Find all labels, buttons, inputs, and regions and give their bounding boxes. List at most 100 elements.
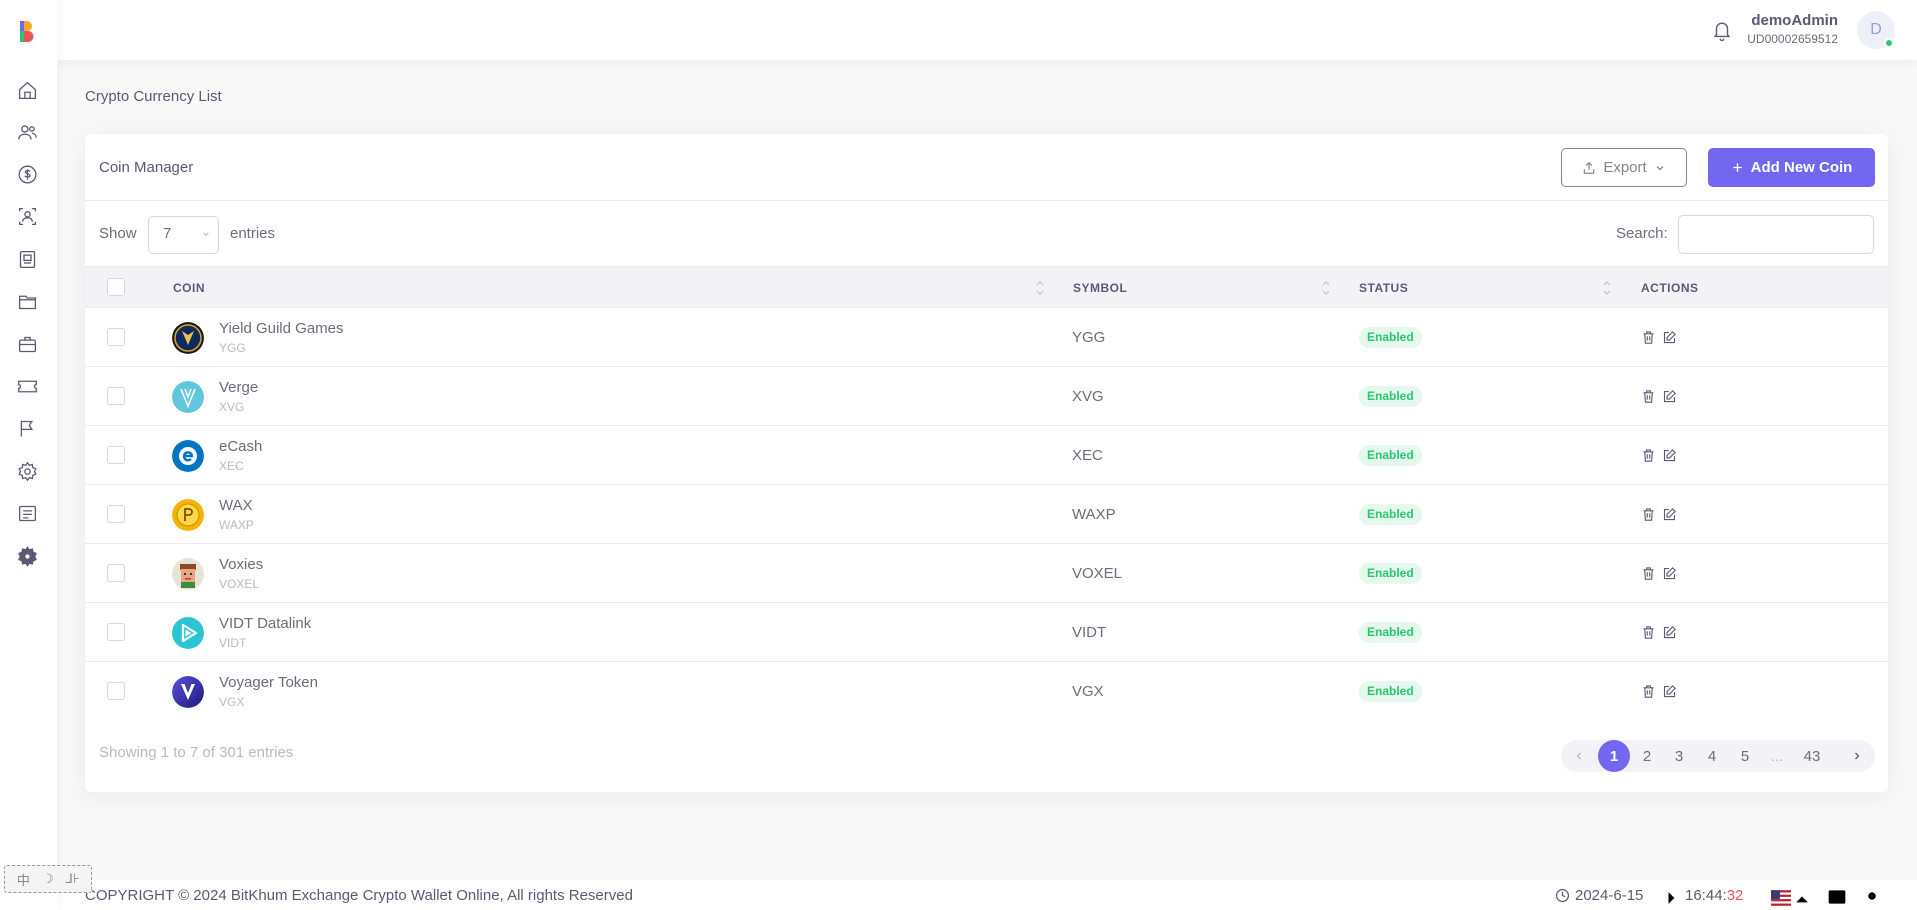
- page-button-5[interactable]: 5: [1729, 740, 1761, 772]
- page-title: Crypto Currency List: [85, 88, 222, 105]
- coin-name: Voxies: [219, 556, 264, 573]
- coin-symbol-sub: VOXEL: [219, 577, 260, 591]
- coin-name: VIDT Datalink: [219, 615, 312, 632]
- column-header-coin[interactable]: COIN: [173, 281, 205, 295]
- page-button-4[interactable]: 4: [1696, 740, 1728, 772]
- page-button-1[interactable]: 1: [1598, 740, 1630, 772]
- coin-symbol-sub: XVG: [219, 400, 245, 414]
- ledger-icon[interactable]: [16, 248, 38, 270]
- page-ellipsis: ...: [1770, 747, 1784, 765]
- sort-icon[interactable]: [1035, 278, 1045, 298]
- delete-icon[interactable]: [1641, 507, 1657, 523]
- gear-icon[interactable]: [16, 545, 38, 567]
- ecash-coin-icon: [172, 440, 204, 472]
- status-badge: Enabled: [1359, 504, 1422, 525]
- coin-name: Yield Guild Games: [219, 320, 344, 337]
- edit-icon[interactable]: [1662, 684, 1678, 700]
- flag-us-icon[interactable]: [1771, 888, 1791, 908]
- briefcase-icon[interactable]: [16, 333, 38, 355]
- chevron-left-icon: [1576, 752, 1581, 760]
- users-icon[interactable]: [16, 121, 38, 143]
- brand-logo[interactable]: [17, 19, 37, 43]
- column-header-status[interactable]: STATUS: [1359, 281, 1408, 295]
- sort-icon[interactable]: [1321, 278, 1331, 298]
- moon-icon[interactable]: ☽: [39, 870, 57, 888]
- select-all-checkbox[interactable]: [107, 278, 125, 296]
- row-checkbox[interactable]: [107, 623, 125, 641]
- delete-icon[interactable]: [1641, 330, 1657, 346]
- settings-icon[interactable]: [16, 460, 38, 482]
- row-checkbox[interactable]: [107, 328, 125, 346]
- coin-symbol: XEC: [1072, 447, 1103, 464]
- delete-icon[interactable]: [1641, 448, 1657, 464]
- entries-per-page-value: 7: [163, 225, 172, 242]
- home-icon[interactable]: [16, 79, 38, 101]
- coin-name: Voyager Token: [219, 674, 318, 691]
- row-checkbox[interactable]: [107, 387, 125, 405]
- table-row: Yield Guild Games YGG YGG Enabled: [85, 308, 1888, 367]
- delete-icon[interactable]: [1641, 625, 1657, 641]
- row-checkbox[interactable]: [107, 682, 125, 700]
- status-badge: Enabled: [1359, 327, 1422, 348]
- clock-icon: [1555, 888, 1570, 903]
- edit-icon[interactable]: [1662, 566, 1678, 582]
- edit-icon[interactable]: [1662, 330, 1678, 346]
- page-button-43[interactable]: 43: [1796, 740, 1828, 772]
- search-input[interactable]: [1678, 215, 1874, 254]
- user-name[interactable]: demoAdmin: [1751, 12, 1838, 29]
- coin-symbol: WAXP: [1072, 506, 1116, 523]
- ygg-coin-icon: [172, 322, 204, 354]
- coin-symbol: VGX: [1072, 683, 1104, 700]
- row-checkbox[interactable]: [107, 446, 125, 464]
- export-button[interactable]: Export: [1561, 148, 1687, 187]
- user-card-icon[interactable]: [16, 205, 38, 227]
- sort-icon[interactable]: [1602, 278, 1612, 298]
- status-badge: Enabled: [1359, 445, 1422, 466]
- edit-icon[interactable]: [1662, 389, 1678, 405]
- folder-icon[interactable]: [16, 290, 38, 312]
- coin-name: eCash: [219, 438, 263, 455]
- dollar-icon[interactable]: [16, 163, 38, 185]
- sun-icon[interactable]: [1862, 886, 1882, 906]
- chinese-input-icon[interactable]: 中: [14, 870, 32, 888]
- divider: [85, 200, 1888, 201]
- prev-page-button[interactable]: [1563, 740, 1595, 772]
- coin-symbol-sub: YGG: [219, 341, 246, 355]
- edit-icon[interactable]: [1662, 625, 1678, 641]
- export-label: Export: [1603, 159, 1647, 176]
- settings-tool-icon[interactable]: ⅃⊦: [64, 870, 82, 888]
- edit-icon[interactable]: [1662, 507, 1678, 523]
- card-title: Coin Manager: [99, 159, 194, 176]
- coin-symbol: VOXEL: [1072, 565, 1123, 582]
- delete-icon[interactable]: [1641, 684, 1657, 700]
- news-icon[interactable]: [16, 502, 38, 524]
- delete-icon[interactable]: [1641, 389, 1657, 405]
- verge-coin-icon: [172, 381, 204, 413]
- page-button-3[interactable]: 3: [1663, 740, 1695, 772]
- footer: COPYRIGHT © 2024 BitKhum Exchange Crypto…: [57, 880, 1917, 910]
- date-text: 2024-6-15: [1575, 887, 1644, 904]
- search-label: Search:: [1616, 225, 1668, 242]
- chevron-right-icon[interactable]: [1661, 888, 1681, 908]
- showing-entries-text: Showing 1 to 7 of 301 entries: [99, 744, 294, 761]
- row-checkbox[interactable]: [107, 505, 125, 523]
- ticket-icon[interactable]: [16, 375, 38, 397]
- next-page-button[interactable]: [1841, 740, 1873, 772]
- add-new-coin-button[interactable]: Add New Coin: [1708, 148, 1875, 187]
- avatar[interactable]: D: [1857, 11, 1895, 49]
- bell-icon[interactable]: [1711, 18, 1733, 42]
- pagination: 1 2 3 4 5 ... 43: [1561, 740, 1875, 772]
- chevron-up-icon[interactable]: [1792, 889, 1812, 909]
- online-status-dot: [1884, 38, 1894, 48]
- delete-icon[interactable]: [1641, 566, 1657, 582]
- edit-icon[interactable]: [1662, 448, 1678, 464]
- page-button-2[interactable]: 2: [1631, 740, 1663, 772]
- entries-per-page-select[interactable]: 7: [148, 216, 219, 254]
- flag-icon[interactable]: [16, 417, 38, 439]
- row-checkbox[interactable]: [107, 564, 125, 582]
- column-header-symbol[interactable]: SYMBOL: [1073, 281, 1127, 295]
- coin-name: WAX: [219, 497, 253, 514]
- column-header-actions: ACTIONS: [1641, 281, 1699, 295]
- show-label: Show: [99, 225, 137, 242]
- window-icon[interactable]: [1827, 887, 1847, 907]
